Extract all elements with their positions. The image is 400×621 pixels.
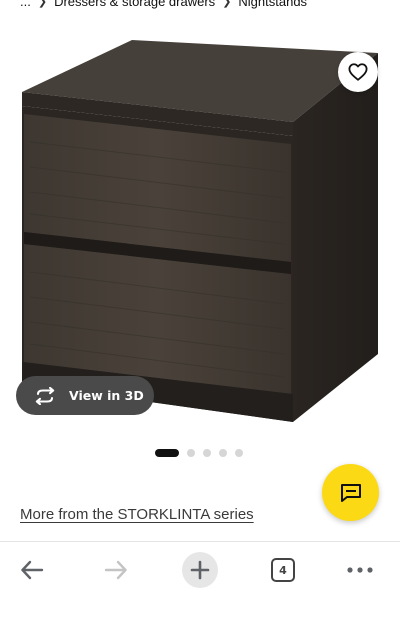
breadcrumb-ellipsis[interactable]: ... xyxy=(20,0,31,9)
tabs-count-icon: 4 xyxy=(271,558,295,582)
arrow-right-icon xyxy=(104,560,127,580)
carousel-dot-1[interactable] xyxy=(155,448,179,457)
nightstand-image xyxy=(22,40,378,422)
breadcrumb-item-nightstands[interactable]: Nightstands xyxy=(238,0,307,9)
breadcrumb-item-dressers[interactable]: Dressers & storage drawers xyxy=(54,0,215,9)
favorite-button[interactable] xyxy=(338,52,378,92)
tab-count: 4 xyxy=(279,563,287,577)
chat-button[interactable] xyxy=(322,464,379,521)
new-tab-button[interactable] xyxy=(180,550,220,590)
series-link[interactable]: More from the STORKLINTA series xyxy=(20,506,254,523)
browser-bottom-bar: 4 xyxy=(0,541,400,621)
carousel-dot-3[interactable] xyxy=(203,448,211,457)
tab-switcher-button[interactable]: 4 xyxy=(263,550,303,590)
arrow-left-icon xyxy=(21,560,44,580)
more-horizontal-icon xyxy=(347,567,373,573)
product-image[interactable] xyxy=(0,22,400,436)
chevron-right-icon: ❯ xyxy=(37,0,48,8)
carousel-dot-5[interactable] xyxy=(235,448,243,457)
carousel-dot-4[interactable] xyxy=(219,448,227,457)
view-in-3d-label: View in 3D xyxy=(69,388,144,403)
breadcrumb: ... ❯ Dressers & storage drawers ❯ Night… xyxy=(20,0,307,11)
back-button[interactable] xyxy=(12,550,52,590)
carousel-dot-2[interactable] xyxy=(187,448,195,457)
more-menu-button[interactable] xyxy=(340,550,380,590)
view-in-3d-button[interactable]: View in 3D xyxy=(16,376,154,415)
heart-icon xyxy=(348,63,368,81)
chat-icon xyxy=(340,483,361,502)
forward-button[interactable] xyxy=(96,550,136,590)
image-carousel-indicator xyxy=(155,448,243,457)
chevron-right-icon: ❯ xyxy=(222,0,232,8)
plus-icon xyxy=(190,560,210,580)
rotate-3d-icon xyxy=(33,386,57,405)
